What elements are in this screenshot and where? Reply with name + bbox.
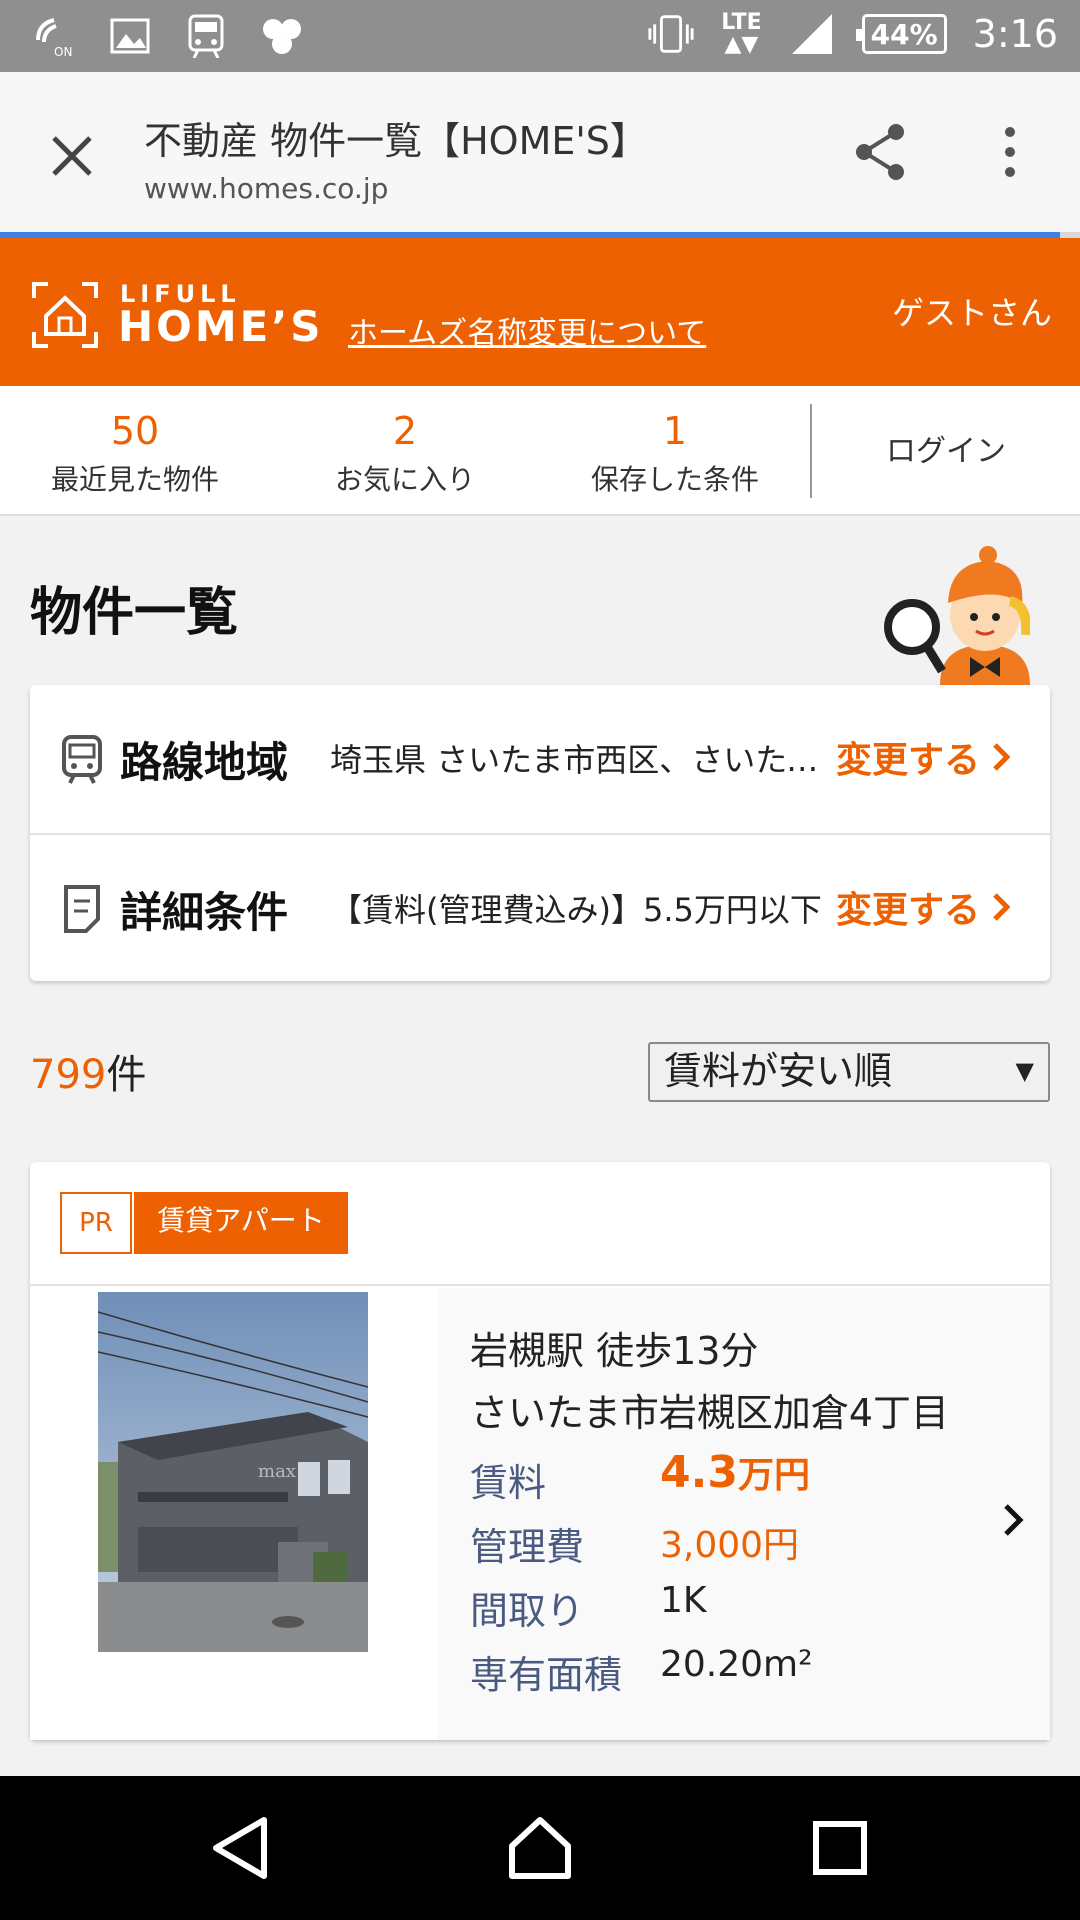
detail-condition-row[interactable]: 詳細条件 【賃料(管理費込み)】5.5万円以下 変更する	[30, 833, 1050, 981]
change-area-label: 変更する	[836, 740, 981, 781]
rent-value: 4.3万円	[660, 1446, 810, 1498]
floor-plan-label: 間取り	[470, 1589, 585, 1633]
chevron-right-icon[interactable]	[998, 1500, 1028, 1540]
listing-tag-row: PR 賃貸アパート	[30, 1162, 1050, 1286]
recently-viewed-label: 最近見た物件	[50, 463, 219, 496]
detail-condition-label: 詳細条件	[120, 888, 289, 937]
floor-plan-row: 間取り 1K	[470, 1580, 1030, 1640]
management-fee-value: 3,000円	[660, 1525, 800, 1566]
chevron-right-icon	[992, 890, 1011, 931]
recents-icon[interactable]	[804, 1812, 876, 1884]
favorites-stat[interactable]: 2 お気に入り	[275, 408, 535, 498]
favorites-count: 2	[392, 409, 418, 453]
user-stats-bar: 50 最近見た物件 2 お気に入り 1 保存した条件 ログイン	[0, 386, 1080, 516]
page-url: www.homes.co.jp	[144, 172, 389, 205]
result-count: 799件	[30, 1042, 146, 1100]
area-condition-label: 路線地域	[120, 738, 289, 787]
result-count-number: 799	[30, 1052, 107, 1098]
image-icon	[106, 12, 154, 60]
saved-conditions-label: 保存した条件	[590, 463, 759, 496]
rent-row: 賃料 4.3万円	[470, 1447, 1030, 1512]
rename-notice-link[interactable]: ホームズ名称変更について	[348, 308, 706, 352]
page-title: 不動産 物件一覧【HOME'S】	[144, 119, 648, 163]
sort-select[interactable]: 賃料が安い順 ▼	[648, 1042, 1050, 1102]
chevron-right-icon	[992, 740, 1011, 781]
management-fee-row: 管理費 3,000円	[470, 1516, 1030, 1576]
saved-conditions-count: 1	[662, 409, 688, 453]
custom-tab-toolbar: 不動産 物件一覧【HOME'S】 www.homes.co.jp	[0, 72, 1080, 232]
more-options-button[interactable]	[990, 120, 1030, 184]
floor-plan-value: 1K	[660, 1580, 707, 1621]
back-icon[interactable]	[204, 1812, 276, 1884]
nearest-station: 岩槻駅 徒歩13分	[470, 1329, 759, 1373]
rent-label: 賃料	[470, 1461, 547, 1505]
floor-area-label: 専有面積	[470, 1653, 623, 1697]
listing-info: 岩槻駅 徒歩13分 さいたま市岩槻区加倉4丁目 賃料 4.3万円 管理費 3,0…	[438, 1288, 1050, 1740]
close-button[interactable]	[40, 124, 104, 188]
app-icon	[258, 12, 306, 60]
property-listing-card[interactable]: PR 賃貸アパート max 岩槻駅 徒歩13分 さいたま市岩槻区加倉4丁目 賃料…	[30, 1162, 1050, 1740]
homes-logo[interactable]: LIFULL HOME’S	[30, 280, 321, 351]
change-area-button[interactable]: 変更する	[836, 731, 1011, 783]
document-icon	[58, 883, 106, 935]
signal-icon	[788, 10, 836, 58]
recently-viewed-stat[interactable]: 50 最近見た物件	[5, 408, 265, 498]
share-icon	[856, 124, 904, 180]
floor-area-row: 専有面積 20.20m²	[470, 1644, 1030, 1704]
property-photo[interactable]: max	[98, 1292, 368, 1652]
pr-badge: PR	[60, 1192, 132, 1254]
property-type-badge: 賃貸アパート	[134, 1192, 348, 1254]
rent-amount: 4.3	[660, 1447, 738, 1498]
search-conditions-card: 路線地域 埼玉県 さいたま市西区、さいたま市北区 変更する 詳細条件 【賃料(管…	[30, 685, 1050, 981]
guest-label: ゲストさん	[891, 294, 1052, 332]
sort-selected-value: 賃料が安い順	[664, 1049, 893, 1093]
area-condition-value: 埼玉県 さいたま市西区、さいたま市北区	[330, 741, 830, 779]
share-button[interactable]	[850, 120, 914, 184]
clock: 3:16	[972, 12, 1058, 56]
more-vert-icon	[1005, 127, 1015, 177]
detective-mascot-illustration	[880, 545, 1032, 685]
logo-homes-text: HOME’S	[118, 302, 324, 351]
system-navigation-bar	[0, 1776, 1080, 1920]
site-header: LIFULL HOME’S ホームズ名称変更について ゲストさん	[0, 238, 1080, 386]
dropdown-arrow-icon: ▼	[1015, 1057, 1034, 1085]
recently-viewed-count: 50	[110, 409, 160, 453]
network-type: LTE ▲▼	[721, 10, 762, 57]
wifi-calling-icon: ON	[30, 12, 78, 60]
floor-area-value: 20.20m²	[660, 1644, 813, 1685]
change-detail-label: 変更する	[836, 890, 981, 931]
rent-unit: 万円	[737, 1455, 810, 1496]
battery-level: 44%	[870, 17, 938, 51]
section-title: 物件一覧	[30, 583, 239, 643]
login-link[interactable]: ログイン	[812, 426, 1080, 470]
management-fee-label: 管理費	[470, 1525, 585, 1569]
vibrate-icon	[647, 10, 695, 58]
close-icon	[52, 136, 92, 176]
svg-text:max: max	[258, 1461, 296, 1482]
favorites-label: お気に入り	[334, 463, 475, 496]
result-count-unit: 件	[106, 1052, 147, 1098]
battery-icon: 44%	[855, 14, 947, 54]
train-icon	[58, 733, 106, 785]
detail-condition-value: 【賃料(管理費込み)】5.5万円以下	[330, 891, 822, 929]
area-condition-row[interactable]: 路線地域 埼玉県 さいたま市西区、さいたま市北区 変更する	[30, 685, 1050, 833]
saved-conditions-stat[interactable]: 1 保存した条件	[545, 408, 805, 498]
house-logo-icon	[32, 282, 98, 348]
change-detail-button[interactable]: 変更する	[836, 881, 1011, 933]
train-icon	[182, 12, 230, 60]
listing-photo-area: max	[30, 1288, 438, 1740]
property-address: さいたま市岩槻区加倉4丁目	[470, 1391, 950, 1435]
status-bar: ON LTE ▲▼ 44% 3:16	[0, 0, 1080, 72]
svg-text:ON: ON	[54, 45, 72, 58]
home-icon[interactable]	[504, 1812, 576, 1884]
